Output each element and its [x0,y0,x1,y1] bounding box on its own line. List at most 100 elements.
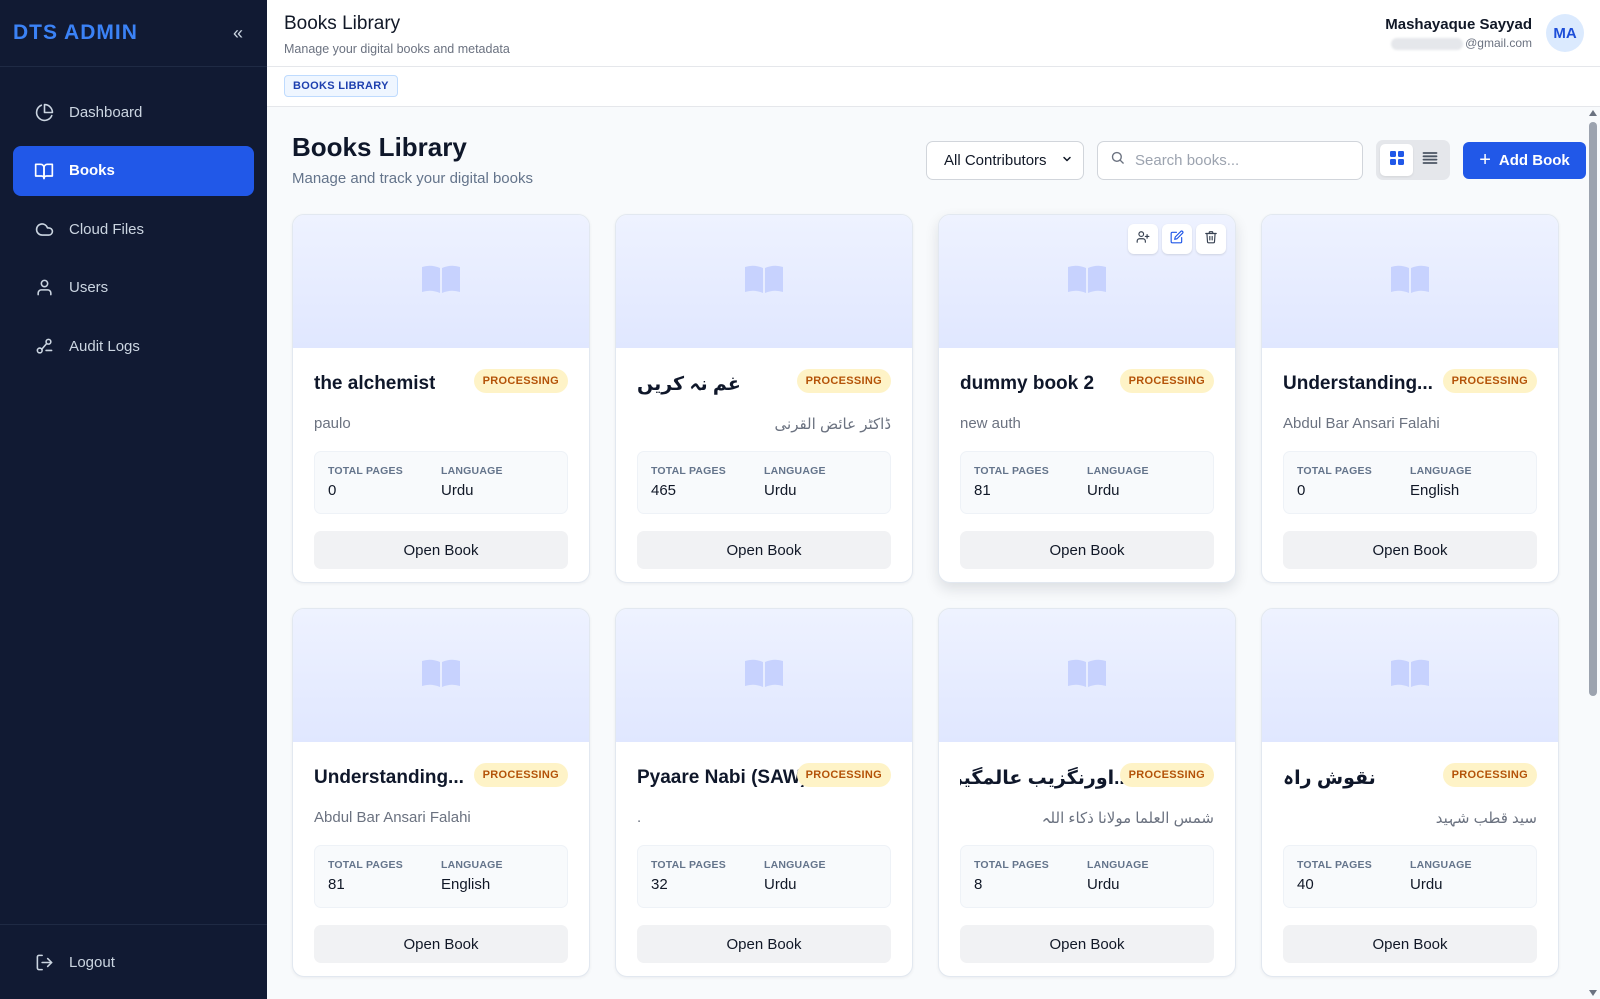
sidebar-item-dashboard[interactable]: Dashboard [13,87,254,137]
sidebar-item-audit-logs[interactable]: Audit Logs [13,321,254,371]
book-icon [1066,658,1108,693]
book-meta: TOTAL PAGES 465 LANGUAGE Urdu [637,451,891,514]
sidebar-item-books[interactable]: Books [13,145,254,196]
language-label: LANGUAGE [1087,465,1149,477]
language-value: English [1410,482,1460,499]
book-card[interactable]: Understanding... PROCESSING Abdul Bar An… [292,608,590,977]
open-book-button[interactable]: Open Book [314,925,568,963]
open-book-button[interactable]: Open Book [637,531,891,569]
book-card[interactable]: غم نہ کریں PROCESSING ڈاکٹر عائض القرنی … [615,214,913,583]
pages-value: 8 [974,876,983,893]
pages-stat: TOTAL PAGES 81 [974,465,1087,513]
contributor-filter-select[interactable]: All Contributors [926,140,1084,180]
pages-stat: TOTAL PAGES 465 [651,465,764,513]
pages-label: TOTAL PAGES [651,859,726,871]
user-menu[interactable]: Mashayaque Sayyad @gmail.com MA [1385,14,1584,52]
list-view-button[interactable] [1413,144,1446,176]
user-name: Mashayaque Sayyad [1385,16,1532,33]
book-card[interactable]: Pyaare Nabi (SAW) PROCESSING . TOTAL PAG… [615,608,913,977]
language-label: LANGUAGE [1087,859,1149,871]
view-toggle [1376,140,1450,180]
breadcrumb[interactable]: BOOKS LIBRARY [284,75,398,97]
search-input[interactable] [1135,151,1335,169]
book-icon [420,658,462,693]
book-author: ڈاکٹر عائض القرنی [774,416,891,433]
language-value: Urdu [764,876,797,893]
open-book-button[interactable]: Open Book [1283,531,1537,569]
book-cover [939,215,1235,348]
sidebar-item-label: Cloud Files [69,220,145,238]
add-book-button[interactable]: + Add Book [1463,141,1586,179]
breadcrumb-bar: BOOKS LIBRARY [267,67,1600,107]
book-icon [420,264,462,299]
card-body: Understanding... PROCESSING Abdul Bar An… [1262,348,1558,569]
book-cover [1262,215,1558,348]
book-author: Abdul Bar Ansari Falahi [1283,415,1440,432]
assign-user-button[interactable] [1128,224,1158,254]
language-stat: LANGUAGE Urdu [764,859,877,907]
card-body: ...اورنگزیب عالمگیر PROCESSING شمس العلم… [939,742,1235,963]
user-email-domain: @gmail.com [1465,36,1532,50]
book-author: سید قطب شہید [1435,810,1537,827]
card-title-row: Pyaare Nabi (SAW) PROCESSING [637,742,891,812]
books-grid: the alchemist PROCESSING paulo TOTAL PAG… [292,214,1559,977]
language-label: LANGUAGE [1410,465,1472,477]
sidebar-item-cloud-files[interactable]: Cloud Files [13,204,254,254]
card-body: Understanding... PROCESSING Abdul Bar An… [293,742,589,963]
book-card[interactable]: dummy book 2 PROCESSING new auth TOTAL P… [938,214,1236,583]
delete-book-button[interactable] [1196,224,1226,254]
scroll-down-arrow[interactable] [1589,990,1597,996]
card-title-row: Understanding... PROCESSING [314,742,568,812]
cloud-icon [33,218,55,240]
card-body: the alchemist PROCESSING paulo TOTAL PAG… [293,348,589,569]
edit-book-button[interactable] [1162,224,1192,254]
list-icon [1422,150,1438,171]
scrollbar-thumb[interactable] [1589,122,1597,696]
book-card[interactable]: ...اورنگزیب عالمگیر PROCESSING شمس العلم… [938,608,1236,977]
scroll-up-arrow[interactable] [1589,110,1597,116]
status-badge: PROCESSING [1119,369,1214,393]
book-card[interactable]: نقوش راہ PROCESSING سید قطب شہید TOTAL P… [1261,608,1559,977]
open-book-button[interactable]: Open Book [1283,925,1537,963]
sidebar: DTS ADMIN « Dashboard Books Cloud Files [0,0,267,999]
open-book-button[interactable]: Open Book [960,925,1214,963]
card-title-row: dummy book 2 PROCESSING [960,348,1214,418]
book-cover [293,215,589,348]
open-book-button[interactable]: Open Book [314,531,568,569]
book-card[interactable]: the alchemist PROCESSING paulo TOTAL PAG… [292,214,590,583]
pages-value: 81 [328,876,345,893]
open-book-button[interactable]: Open Book [637,925,891,963]
logout-button[interactable]: Logout [33,951,115,973]
pages-value: 0 [1297,482,1306,499]
card-title-row: غم نہ کریں PROCESSING [637,348,891,418]
pages-label: TOTAL PAGES [1297,859,1372,871]
page-title: Books Library [292,132,467,162]
card-body: dummy book 2 PROCESSING new auth TOTAL P… [939,348,1235,569]
book-meta: TOTAL PAGES 32 LANGUAGE Urdu [637,845,891,908]
edit-icon [1170,230,1184,249]
book-card[interactable]: Understanding... PROCESSING Abdul Bar An… [1261,214,1559,583]
open-book-button[interactable]: Open Book [960,531,1214,569]
book-open-icon [33,160,55,182]
status-badge: PROCESSING [796,369,891,393]
trash-icon [1204,230,1218,249]
status-badge: PROCESSING [1119,763,1214,787]
card-body: غم نہ کریں PROCESSING ڈاکٹر عائض القرنی … [616,348,912,569]
book-cover [1262,609,1558,742]
page-subtitle: Manage and track your digital books [292,170,533,187]
contributor-filter-value: All Contributors [944,151,1047,169]
language-stat: LANGUAGE Urdu [441,465,554,513]
collapse-sidebar-button[interactable]: « [233,23,243,44]
sidebar-header: DTS ADMIN « [0,0,267,67]
book-title: ...اورنگزیب عالمگیر [960,768,1130,789]
pages-value: 32 [651,876,668,893]
sidebar-item-users[interactable]: Users [13,263,254,313]
language-stat: LANGUAGE Urdu [1087,465,1200,513]
grid-view-button[interactable] [1380,144,1413,176]
search-icon [1110,150,1125,170]
avatar[interactable]: MA [1546,14,1584,52]
sidebar-item-label: Books [69,162,115,179]
toolbar: All Contributors + [926,140,1586,180]
card-title-row: Understanding... PROCESSING [1283,348,1537,418]
book-author: paulo [314,415,351,432]
